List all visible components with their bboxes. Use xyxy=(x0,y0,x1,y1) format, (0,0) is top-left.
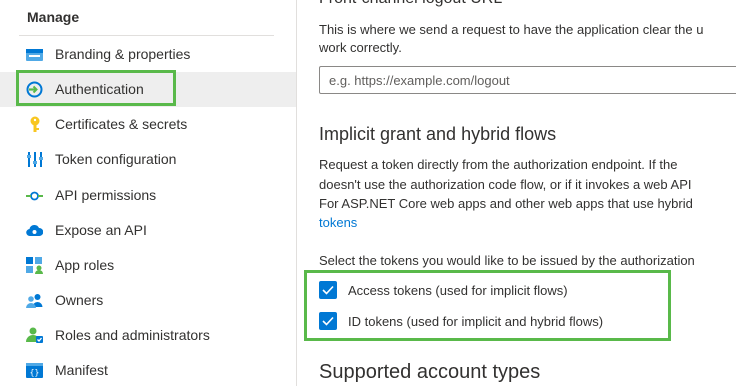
implicit-description-line1: Request a token directly from the author… xyxy=(319,157,678,172)
roles-admin-icon xyxy=(26,327,43,344)
main-content: Front-channel logout URL This is where w… xyxy=(297,0,736,386)
app-roles-icon xyxy=(26,257,43,274)
select-tokens-prompt: Select the tokens you would like to be i… xyxy=(319,253,695,268)
sidebar-item-certificates[interactable]: Certificates & secrets xyxy=(0,107,296,142)
front-channel-description-line2: work correctly. xyxy=(319,40,402,55)
sidebar-item-authentication[interactable]: Authentication xyxy=(0,72,296,107)
sidebar-item-label: Certificates & secrets xyxy=(55,116,188,132)
sidebar-item-label: Manifest xyxy=(55,362,108,378)
sidebar-item-label: Branding & properties xyxy=(55,46,191,62)
sidebar-item-label: Roles and administrators xyxy=(55,327,210,343)
authentication-icon xyxy=(26,81,43,98)
sidebar-item-label: App roles xyxy=(55,257,115,273)
access-tokens-label: Access tokens (used for implicit flows) xyxy=(348,282,568,298)
sidebar-item-app-roles[interactable]: App roles xyxy=(0,248,296,283)
sidebar: Manage Branding & properties Authenticat… xyxy=(0,0,297,386)
sidebar-item-expose-api[interactable]: Expose an API xyxy=(0,213,296,248)
token-config-icon xyxy=(26,151,43,168)
sidebar-item-label: Token configuration xyxy=(55,151,177,167)
sidebar-item-owners[interactable]: Owners xyxy=(0,283,296,318)
sidebar-item-api-permissions[interactable]: API permissions xyxy=(0,178,296,213)
sidebar-item-token-configuration[interactable]: Token configuration xyxy=(0,142,296,177)
sidebar-item-label: Expose an API xyxy=(55,222,147,238)
owners-icon xyxy=(26,292,43,309)
svg-text:{}: {} xyxy=(30,368,40,377)
supported-account-types-heading: Supported account types xyxy=(319,361,541,383)
access-tokens-checkbox-row[interactable]: Access tokens (used for implicit flows) xyxy=(319,279,568,301)
checkmark-icon xyxy=(322,316,334,326)
id-tokens-label: ID tokens (used for implicit and hybrid … xyxy=(348,313,604,329)
checkmark-icon xyxy=(322,285,334,295)
manifest-icon: {} xyxy=(26,362,43,379)
implicit-description-line3: For ASP.NET Core web apps and other web … xyxy=(319,196,693,211)
sidebar-item-label: Authentication xyxy=(55,81,144,97)
branding-icon xyxy=(26,46,43,63)
access-tokens-checkbox[interactable] xyxy=(319,281,337,299)
id-tokens-checkbox-row[interactable]: ID tokens (used for implicit and hybrid … xyxy=(319,310,603,332)
sidebar-item-label: Owners xyxy=(55,292,104,308)
implicit-grant-heading: Implicit grant and hybrid flows xyxy=(319,124,557,144)
divider xyxy=(19,35,274,36)
sidebar-item-manifest[interactable]: {} Manifest xyxy=(0,353,296,388)
front-channel-heading: Front-channel logout URL xyxy=(319,0,502,8)
implicit-description-line2: doesn't use the authorization code flow,… xyxy=(319,177,692,192)
cloud-icon xyxy=(26,222,43,239)
api-permissions-icon xyxy=(26,187,43,204)
sidebar-item-branding[interactable]: Branding & properties xyxy=(0,37,296,72)
sidebar-item-label: API permissions xyxy=(55,187,157,203)
sidebar-item-roles-administrators[interactable]: Roles and administrators xyxy=(0,318,296,353)
manage-section-title: Manage xyxy=(27,9,80,25)
key-icon xyxy=(26,116,43,133)
id-tokens-checkbox[interactable] xyxy=(319,312,337,330)
tokens-link[interactable]: tokens xyxy=(319,215,357,230)
logout-url-input[interactable] xyxy=(319,66,736,94)
front-channel-description-line1: This is where we send a request to have … xyxy=(319,22,704,37)
